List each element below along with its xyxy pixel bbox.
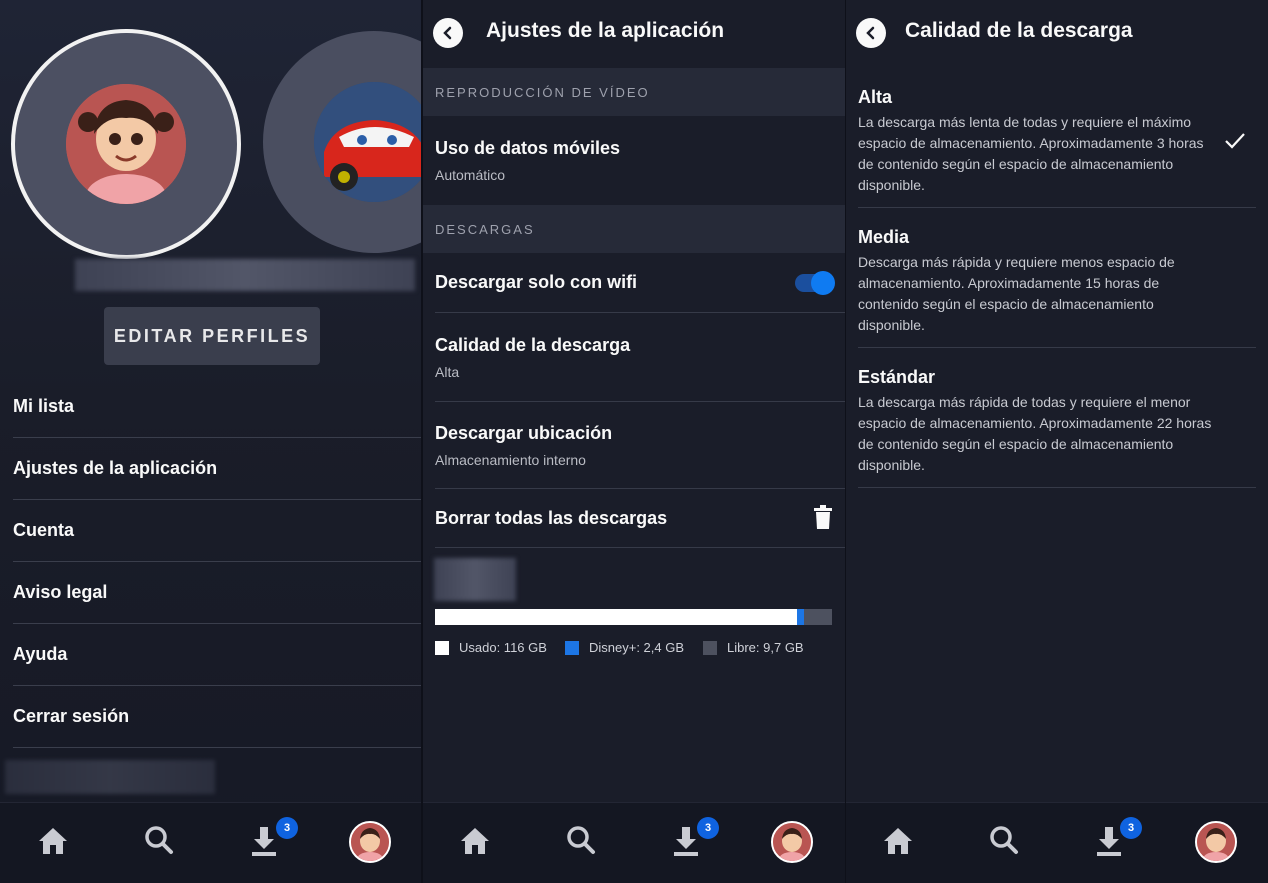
download-location-setting[interactable]: Descargar ubicación Almacenamiento inter… (435, 402, 845, 489)
setting-value: Alta (435, 364, 460, 380)
setting-title: Calidad de la descarga (435, 335, 631, 355)
selected-profile-avatar[interactable] (11, 29, 241, 259)
setting-title: Uso de datos móviles (435, 138, 621, 158)
option-description: Descarga más rápida y requiere menos esp… (858, 254, 1175, 333)
second-profile-avatar[interactable] (263, 31, 421, 253)
legend-swatch-disney (565, 640, 579, 655)
legend-swatch-used (435, 640, 449, 655)
bottom-navigation: 3 (0, 802, 421, 883)
profile-avatar[interactable] (349, 821, 391, 863)
page-title: Ajustes de la aplicación (486, 19, 725, 42)
app-settings-screen: Ajustes de la aplicación REPRODUCCIÓN DE… (423, 0, 846, 883)
home-icon[interactable] (37, 825, 69, 857)
profile-avatar[interactable] (771, 821, 813, 863)
checkmark-icon (1225, 133, 1245, 149)
chevron-left-icon (443, 26, 452, 40)
delete-all-downloads-setting[interactable]: Borrar todas las descargas (435, 489, 845, 548)
setting-value: Almacenamiento interno (435, 452, 586, 468)
toggle-knob (811, 271, 835, 295)
search-icon[interactable] (144, 825, 174, 855)
menu-item-my-list[interactable]: Mi lista (13, 375, 421, 438)
trash-icon[interactable] (813, 505, 833, 530)
setting-title: Descargar solo con wifi (435, 272, 638, 292)
menu-item-logout[interactable]: Cerrar sesión (13, 685, 421, 748)
menu-item-app-settings[interactable]: Ajustes de la aplicación (13, 437, 421, 500)
quality-option-standard[interactable]: Estándar La descarga más rápida de todas… (858, 367, 1256, 488)
section-header-downloads: DESCARGAS (423, 205, 846, 253)
search-icon[interactable] (989, 825, 1019, 855)
setting-title: Borrar todas las descargas (435, 508, 668, 528)
storage-usage-bar (435, 609, 832, 625)
home-icon[interactable] (882, 825, 914, 857)
wifi-only-toggle[interactable] (795, 271, 835, 295)
legend-used: Usado: 116 GB (435, 640, 547, 655)
option-description: La descarga más lenta de todas y requier… (858, 114, 1204, 193)
profile-character-image (66, 84, 186, 204)
legend-swatch-free (703, 640, 717, 655)
downloads-icon[interactable] (249, 825, 279, 857)
storage-used-segment (435, 609, 797, 625)
storage-disney-segment (796, 609, 805, 625)
settings-header: Ajustes de la aplicación (423, 0, 846, 66)
bottom-navigation: 3 (423, 802, 846, 883)
quality-option-high[interactable]: Alta La descarga más lenta de todas y re… (858, 87, 1256, 208)
wifi-only-setting: Descargar solo con wifi (435, 253, 845, 313)
profile-avatar[interactable] (1195, 821, 1237, 863)
page-title: Calidad de la descarga (905, 19, 1133, 42)
setting-title: Descargar ubicación (435, 423, 613, 443)
legend-disney-label: Disney+: 2,4 GB (589, 640, 685, 655)
legend-free-label: Libre: 9,7 GB (727, 640, 804, 655)
mobile-data-setting[interactable]: Uso de datos móviles Automático (435, 116, 845, 204)
legend-free: Libre: 9,7 GB (703, 640, 804, 655)
back-button[interactable] (856, 18, 886, 48)
bottom-navigation: 3 (846, 802, 1268, 883)
profiles-screen: EDITAR PERFILES Mi lista Ajustes de la a… (0, 0, 421, 883)
download-quality-setting[interactable]: Calidad de la descarga Alta (435, 313, 845, 402)
option-title: Estándar (858, 367, 936, 387)
setting-value: Automático (435, 167, 506, 183)
search-icon[interactable] (566, 825, 596, 855)
section-header-video: REPRODUCCIÓN DE VÍDEO (423, 68, 846, 116)
option-description: La descarga más rápida de todas y requie… (858, 394, 1212, 473)
profile-character-image (314, 82, 421, 202)
legend-used-label: Usado: 116 GB (459, 640, 547, 655)
back-button[interactable] (433, 18, 463, 48)
device-name-placeholder (434, 558, 516, 601)
version-placeholder (5, 760, 215, 794)
legend-disney: Disney+: 2,4 GB (565, 640, 684, 655)
download-quality-screen: Calidad de la descarga Alta La descarga … (846, 0, 1268, 883)
option-title: Alta (858, 87, 893, 107)
downloads-badge: 3 (697, 817, 719, 839)
downloads-badge: 3 (276, 817, 298, 839)
menu-item-account[interactable]: Cuenta (13, 499, 421, 562)
option-title: Media (858, 227, 910, 247)
profile-name-placeholder (75, 259, 415, 291)
menu-item-help[interactable]: Ayuda (13, 623, 421, 686)
quality-option-medium[interactable]: Media Descarga más rápida y requiere men… (858, 227, 1256, 348)
menu-item-legal[interactable]: Aviso legal (13, 561, 421, 624)
home-icon[interactable] (459, 825, 491, 857)
edit-profiles-button[interactable]: EDITAR PERFILES (104, 307, 320, 365)
chevron-left-icon (866, 26, 875, 40)
quality-header: Calidad de la descarga (846, 0, 1268, 66)
downloads-badge: 3 (1120, 817, 1142, 839)
